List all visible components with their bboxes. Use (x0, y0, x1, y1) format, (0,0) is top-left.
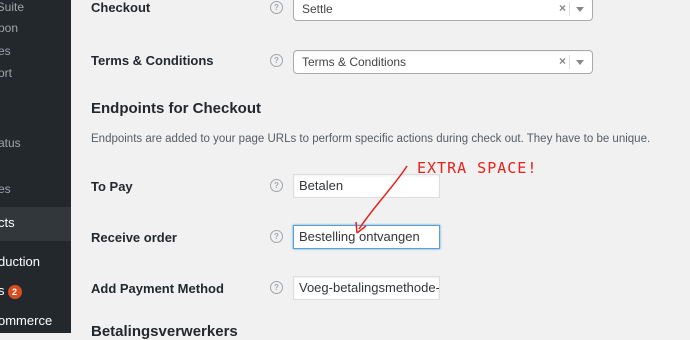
help-icon[interactable]: ? (270, 281, 283, 294)
chevron-down-icon[interactable] (576, 60, 584, 65)
sidebar-item-products[interactable]: cts (0, 212, 71, 234)
endpoint-add-payment-method-input[interactable]: Voeg-betalingsmethode- (293, 276, 440, 300)
clear-icon[interactable]: × (559, 54, 566, 68)
sidebar-item-es[interactable]: es (0, 40, 71, 62)
sidebar-item-production[interactable]: duction (0, 251, 71, 273)
sidebar-item-report[interactable]: ort (0, 62, 71, 84)
select-separator (569, 55, 570, 69)
select-separator (569, 2, 570, 16)
sidebar-item-coupon[interactable]: pon (0, 17, 71, 39)
help-icon[interactable]: ? (270, 179, 283, 192)
admin-sidebar: t Suite pon es ort atus es cts duction s… (0, 0, 71, 333)
terms-page-select[interactable]: Terms & Conditions × (293, 50, 593, 74)
sidebar-item-extensions[interactable]: es (0, 178, 71, 200)
endpoint-label-receive-order: Receive order (91, 230, 177, 245)
terms-page-select-value: Terms & Conditions (302, 55, 407, 69)
chevron-down-icon[interactable] (576, 7, 584, 12)
sidebar-item-status[interactable]: atus (0, 132, 71, 154)
checkout-page-label: Checkout (91, 0, 151, 15)
checkout-page-select[interactable]: Settle × (293, 0, 593, 21)
settings-main: Checkout ? Settle × Terms & Conditions ?… (71, 0, 690, 340)
section-description: Endpoints are added to your page URLs to… (91, 133, 651, 145)
endpoint-pay-input[interactable]: Betalen (293, 174, 440, 198)
notification-badge: 2 (7, 284, 22, 299)
terms-page-label: Terms & Conditions (91, 53, 214, 68)
endpoint-label-pay: To Pay (91, 179, 133, 194)
checkout-page-select-value: Settle (302, 2, 333, 16)
help-icon[interactable]: ? (270, 1, 283, 14)
sidebar-item-woocommerce[interactable]: ommerce (0, 310, 71, 332)
endpoint-label-add-payment-method: Add Payment Method (91, 281, 224, 296)
help-icon[interactable]: ? (270, 54, 283, 67)
annotation-label: EXTRA SPACE! (417, 159, 538, 177)
section-title: Endpoints for Checkout (91, 100, 261, 117)
sidebar-item-suite[interactable]: t Suite (0, 0, 71, 18)
sidebar-item-orders[interactable]: s2 (0, 280, 71, 302)
next-section-title: Betalingsverwerkers (91, 323, 238, 340)
help-icon[interactable]: ? (270, 230, 283, 243)
clear-icon[interactable]: × (559, 1, 566, 15)
endpoint-receive-order-input[interactable]: Bestelling ontvangen (293, 225, 440, 249)
